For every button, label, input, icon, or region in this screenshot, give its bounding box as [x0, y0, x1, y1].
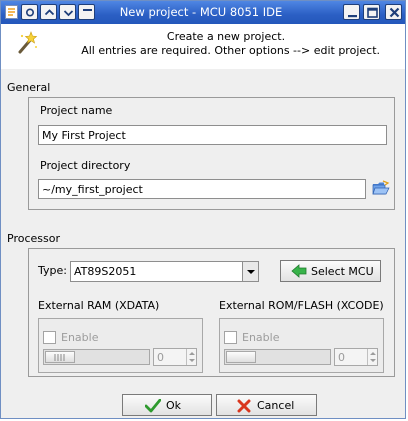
xdata-slider-handle[interactable]	[45, 351, 75, 363]
cancel-label: Cancel	[257, 399, 295, 412]
dropdown-arrow[interactable]	[242, 262, 258, 281]
xdata-enable-label: Enable	[61, 331, 99, 344]
checkmark-icon	[145, 399, 161, 413]
unshade-button[interactable]	[59, 4, 76, 20]
xcode-size-slider[interactable]	[224, 349, 331, 365]
ok-label: Ok	[166, 399, 182, 412]
select-mcu-button[interactable]: Select MCU	[280, 260, 381, 282]
ok-button[interactable]: Ok	[122, 394, 212, 416]
xcode-enable-checkbox[interactable]	[224, 331, 237, 344]
dialog-header: Create a new project. All entries are re…	[1, 24, 405, 69]
project-name-label: Project name	[40, 104, 113, 117]
xdata-size-spinbox[interactable]: 0	[153, 348, 197, 366]
shade-button[interactable]	[40, 4, 57, 20]
header-title: Create a new project.	[166, 30, 286, 43]
xcode-size-spinbox[interactable]: 0	[334, 348, 378, 366]
xcode-enable-label: Enable	[242, 331, 280, 344]
magic-wand-icon	[18, 31, 38, 54]
minimize-button[interactable]	[343, 4, 360, 20]
close-button[interactable]	[385, 4, 402, 20]
spin-arrows-icon	[189, 352, 195, 362]
select-mcu-label: Select MCU	[311, 265, 374, 278]
xdata-enable-checkbox[interactable]	[43, 331, 56, 344]
cancel-x-icon	[237, 399, 251, 413]
xcode-group: Enable 0	[219, 318, 384, 373]
processor-group-title: Processor	[7, 232, 60, 245]
arrow-left-icon	[291, 264, 307, 278]
open-folder-icon[interactable]	[372, 180, 390, 196]
cancel-button[interactable]: Cancel	[216, 394, 317, 416]
window-menu-button[interactable]	[21, 4, 38, 20]
xdata-size-slider[interactable]	[43, 349, 150, 365]
type-label: Type:	[38, 264, 67, 277]
mcu-type-value: AT89S2051	[74, 265, 137, 278]
spin-arrows-icon	[370, 352, 376, 362]
keep-below-button[interactable]	[78, 4, 95, 20]
window-title: New project - MCU 8051 IDE	[119, 5, 283, 19]
project-directory-input[interactable]	[38, 179, 366, 199]
processor-group: Type: AT89S2051 Select MCU External RAM …	[28, 248, 395, 377]
xcode-spin-buttons[interactable]	[367, 349, 377, 365]
xdata-size-value: 0	[157, 351, 164, 364]
header-subtitle: All entries are required. Other options …	[81, 44, 380, 57]
grip-icon	[54, 354, 65, 361]
maximize-button[interactable]	[363, 4, 380, 20]
xcode-slider-handle[interactable]	[226, 351, 256, 363]
project-directory-label: Project directory	[40, 159, 131, 172]
general-group: Project name Project directory	[28, 97, 395, 210]
xcode-size-value: 0	[338, 351, 345, 364]
xcode-title: External ROM/FLASH (XCODE)	[219, 299, 384, 312]
mcu-type-select[interactable]: AT89S2051	[70, 261, 259, 282]
xdata-title: External RAM (XDATA)	[38, 299, 160, 312]
general-group-title: General	[7, 81, 51, 94]
app-icon[interactable]	[5, 5, 18, 19]
new-project-dialog: New project - MCU 8051 IDE Create a new …	[0, 0, 406, 419]
xdata-spin-buttons[interactable]	[186, 349, 196, 365]
caret-down-icon	[247, 270, 255, 274]
project-name-input[interactable]	[38, 125, 387, 145]
title-bar[interactable]: New project - MCU 8051 IDE	[1, 1, 405, 24]
xdata-group: Enable 0	[38, 318, 203, 373]
